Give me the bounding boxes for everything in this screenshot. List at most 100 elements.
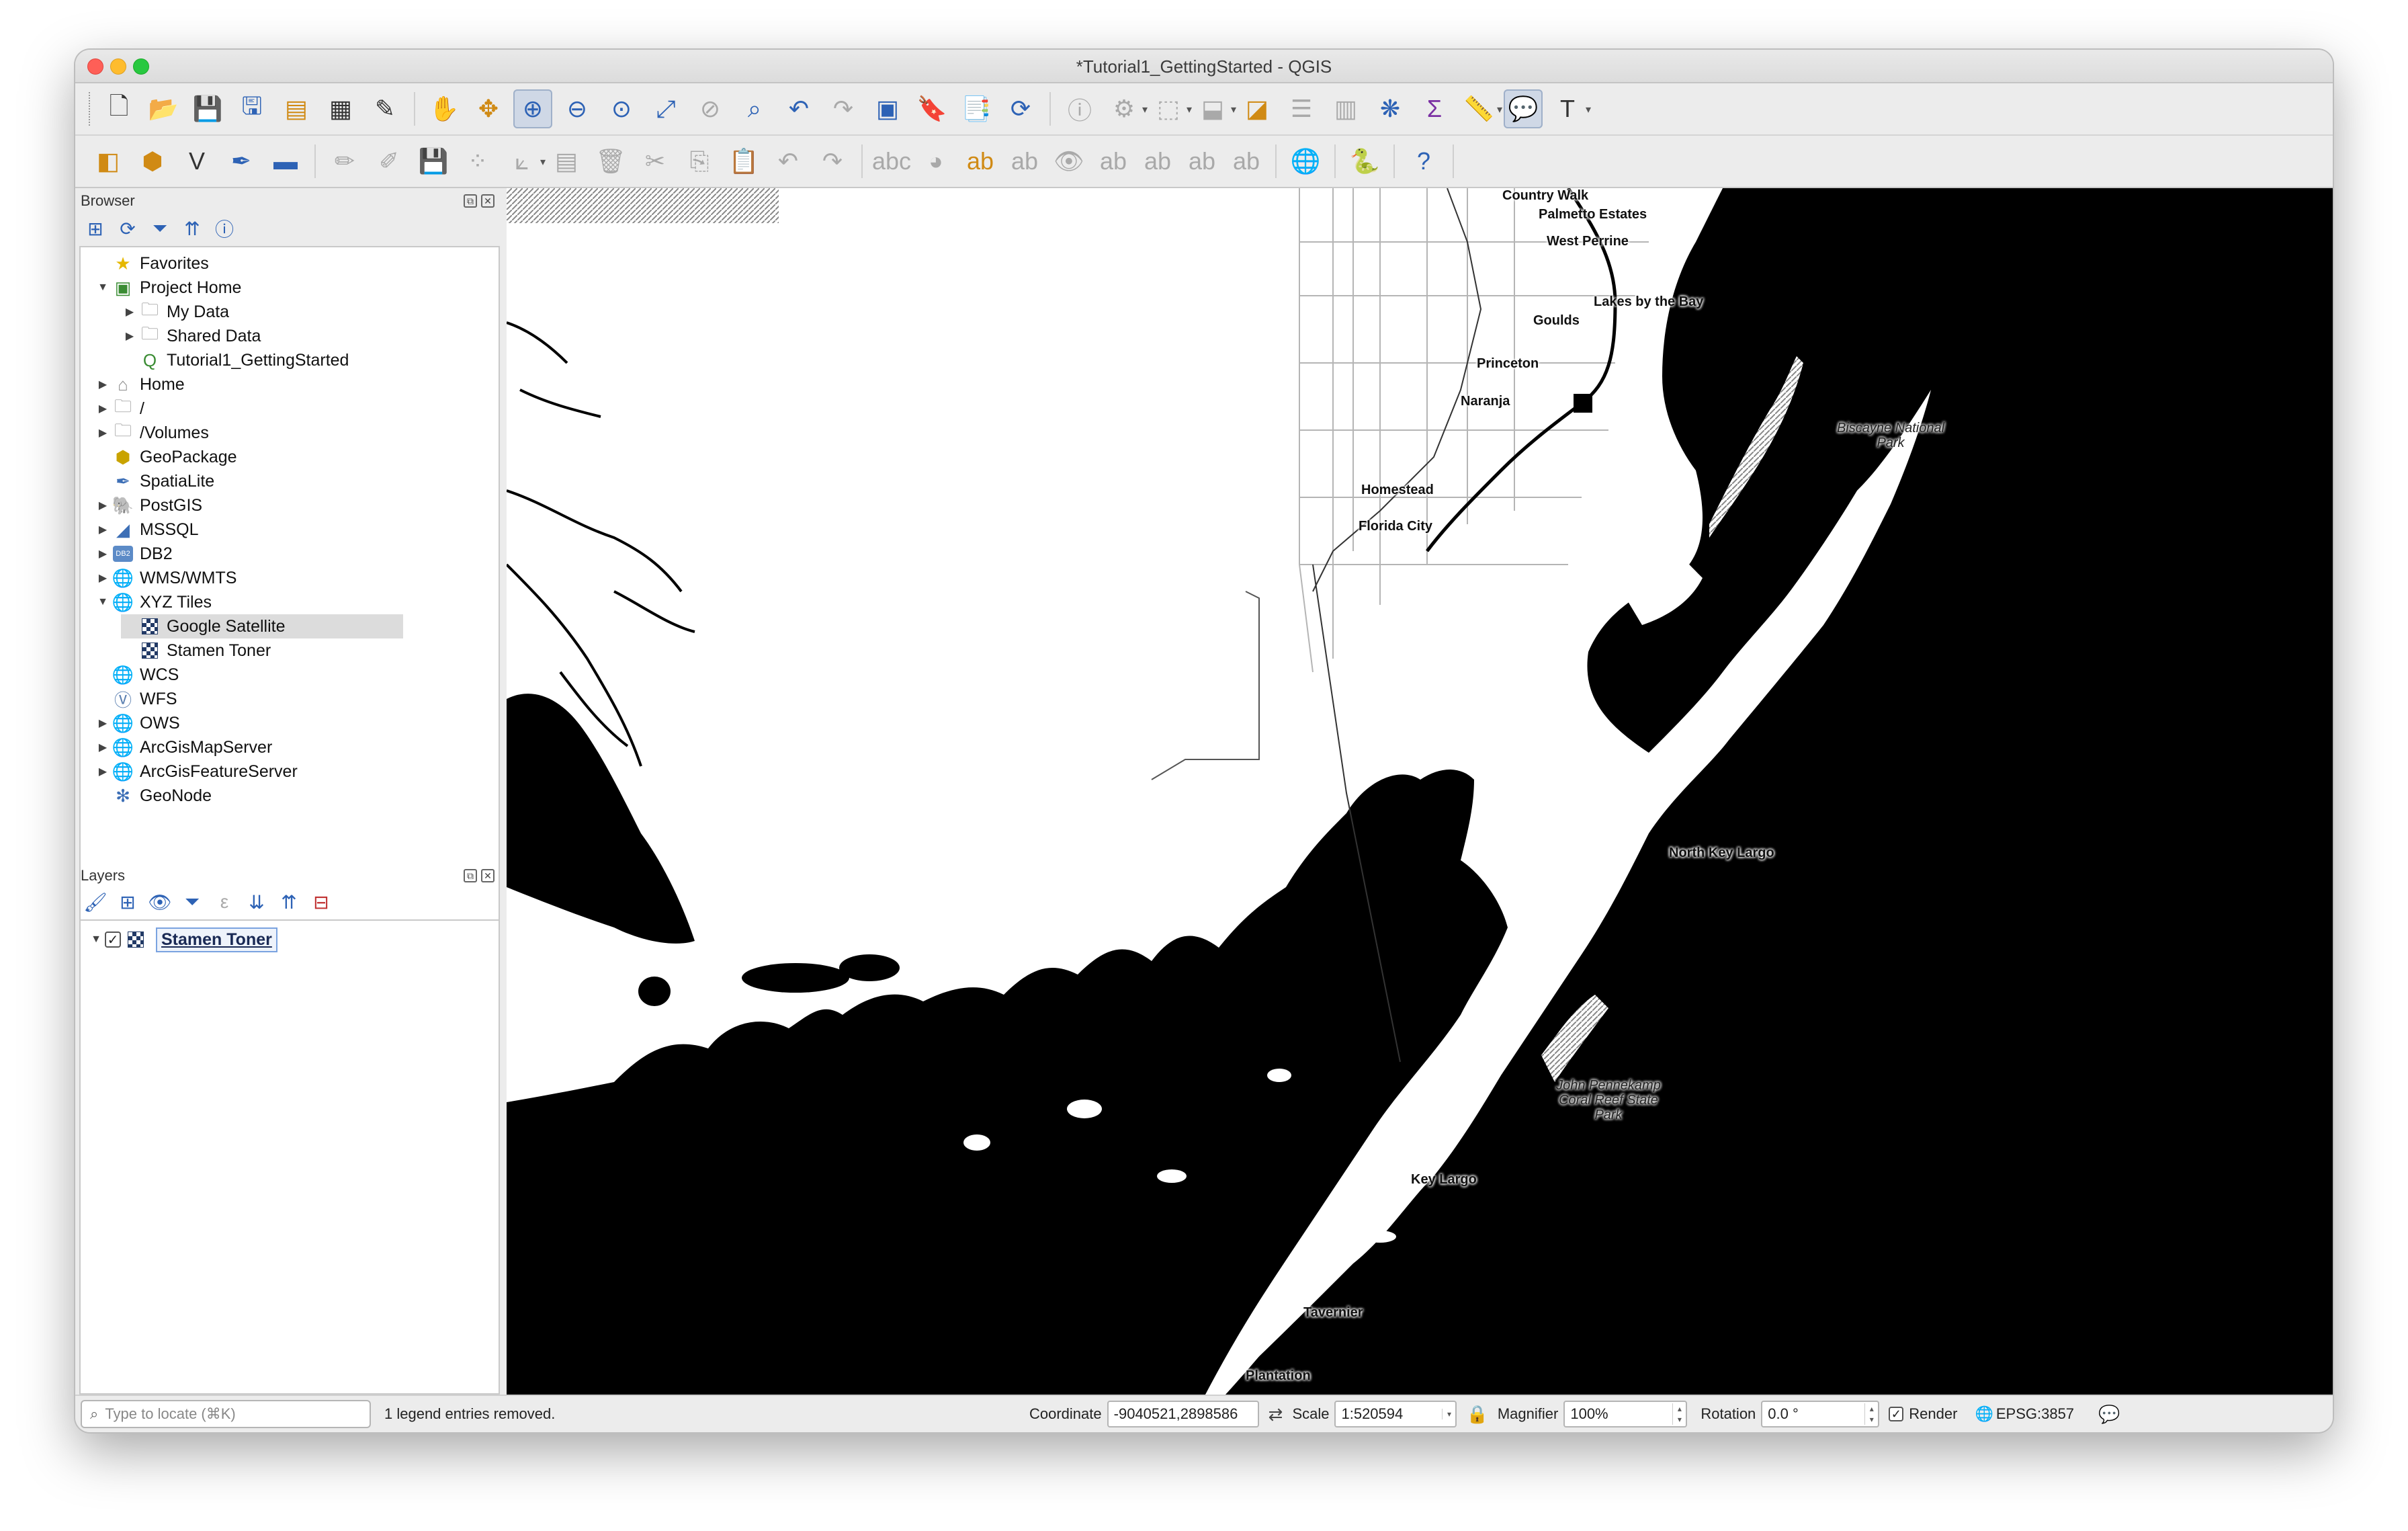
browser-item-xyz-tiles[interactable]: ▼ 🌐 XYZ Tiles: [94, 590, 212, 614]
add-virtual-layer-icon[interactable]: ▬: [266, 142, 305, 181]
browser-item-wfs[interactable]: Ⓥ WFS: [94, 687, 177, 711]
add-layers-icon[interactable]: ⊞: [82, 215, 109, 242]
select-by-value-icon[interactable]: ⬓ ▾: [1193, 89, 1236, 128]
lock-scale-icon[interactable]: 🔒: [1466, 1404, 1488, 1425]
locator-search-field[interactable]: ⌕ Type to locate (⌘K): [81, 1400, 371, 1428]
redo-icon[interactable]: ↷: [813, 142, 852, 181]
zoom-full-icon[interactable]: ⤢: [646, 89, 685, 128]
browser-item-tutorial-project[interactable]: Q Tutorial1_GettingStarted: [121, 348, 349, 372]
browser-item-shared-data[interactable]: ▶ 🗀 Shared Data: [121, 323, 261, 348]
layout-manager-icon[interactable]: ▦: [321, 89, 360, 128]
layer-diagram-icon[interactable]: ◕: [916, 142, 955, 181]
chevron-right-icon[interactable]: ▶: [94, 426, 112, 440]
pan-map-icon[interactable]: ✋: [425, 89, 464, 128]
new-project-icon[interactable]: 🗋: [99, 89, 138, 128]
toggle-extents-icon[interactable]: ⇄: [1268, 1404, 1283, 1425]
crs-globe-icon[interactable]: 🌐: [1975, 1405, 1993, 1423]
open-styling-panel-icon[interactable]: 🖌: [82, 888, 109, 915]
browser-item-wcs[interactable]: 🌐 WCS: [94, 663, 179, 687]
close-panel-icon[interactable]: ✕: [481, 869, 494, 882]
new-map-view-icon[interactable]: ▣: [868, 89, 907, 128]
zoom-in-icon[interactable]: ⊕: [513, 89, 552, 128]
new-bookmark-icon[interactable]: 🔖: [912, 89, 951, 128]
chevron-right-icon[interactable]: ▶: [94, 716, 112, 730]
zoom-native-icon[interactable]: ⊙: [602, 89, 641, 128]
vertex-tool-icon[interactable]: ⟀ ▾: [503, 142, 546, 181]
paste-features-icon[interactable]: 📋: [724, 142, 763, 181]
float-panel-icon[interactable]: ⧉: [464, 194, 477, 208]
collapse-all-icon[interactable]: ⇈: [179, 215, 206, 242]
layer-item-stamen-toner[interactable]: ▼ ✓ Stamen Toner: [87, 927, 277, 952]
label-properties-icon[interactable]: ab: [1227, 142, 1266, 181]
browser-item-favorites[interactable]: ★ Favorites: [94, 251, 208, 276]
run-action-icon[interactable]: ⚙ ▾: [1105, 89, 1148, 128]
browser-item-volumes[interactable]: ▶ 🗀 /Volumes: [94, 420, 209, 445]
copy-features-icon[interactable]: ⎘: [680, 142, 719, 181]
browser-item-arcgis-mapserver[interactable]: ▶ 🌐 ArcGisMapServer: [94, 735, 272, 759]
spin-arrows-icon[interactable]: ▴ ▾: [1672, 1403, 1686, 1425]
manage-map-themes-icon[interactable]: 👁: [146, 888, 173, 915]
measure-line-icon[interactable]: 📏 ▾: [1459, 89, 1502, 128]
browser-item-home[interactable]: ▶ ⌂ Home: [94, 372, 185, 397]
layer-labeling-icon[interactable]: abc: [872, 142, 911, 181]
crs-button[interactable]: EPSG:3857: [1996, 1405, 2074, 1423]
properties-icon[interactable]: ⓘ: [211, 215, 238, 242]
spin-arrows-icon[interactable]: ▴ ▾: [1864, 1403, 1878, 1425]
zoom-last-icon[interactable]: ↶: [779, 89, 818, 128]
text-annotation-icon[interactable]: T ▾: [1548, 89, 1591, 128]
chevron-down-icon[interactable]: ▼: [94, 596, 112, 608]
browser-item-geopackage[interactable]: ⬢ GeoPackage: [94, 445, 237, 469]
rotate-label-icon[interactable]: ab: [1138, 142, 1177, 181]
chevron-right-icon[interactable]: ▶: [94, 523, 112, 536]
deselect-features-icon[interactable]: ◪: [1238, 89, 1277, 128]
browser-item-root[interactable]: ▶ 🗀 /: [94, 396, 144, 421]
field-calculator-icon[interactable]: ▥: [1326, 89, 1365, 128]
browser-item-geonode[interactable]: ✻ GeoNode: [94, 784, 212, 808]
scale-combobox[interactable]: 1:520594 ▾: [1334, 1401, 1457, 1427]
move-label-icon[interactable]: ab: [1094, 142, 1133, 181]
browser-item-db2[interactable]: ▶ DB2 DB2: [94, 542, 173, 566]
filter-by-expression-icon[interactable]: ε: [211, 888, 238, 915]
change-label-icon[interactable]: ab: [1182, 142, 1221, 181]
chevron-right-icon[interactable]: ▶: [121, 305, 138, 319]
identify-features-icon[interactable]: ⓘ: [1060, 89, 1099, 128]
map-canvas[interactable]: Country Walk Palmetto Estates West Perri…: [507, 188, 2333, 1395]
add-vector-layer-icon[interactable]: V: [177, 142, 216, 181]
data-source-manager-icon[interactable]: ◧: [89, 142, 128, 181]
pan-to-selection-icon[interactable]: ✥: [469, 89, 508, 128]
remove-layer-icon[interactable]: ⊟: [308, 888, 335, 915]
add-delimited-text-icon[interactable]: ✒: [222, 142, 261, 181]
close-panel-icon[interactable]: ✕: [481, 194, 494, 208]
zoom-out-icon[interactable]: ⊖: [558, 89, 597, 128]
chevron-down-icon[interactable]: ▼: [94, 282, 112, 294]
open-project-icon[interactable]: 📂: [144, 89, 183, 128]
browser-item-google-satellite[interactable]: Google Satellite: [121, 614, 403, 638]
show-hide-labels-icon[interactable]: 👁: [1049, 142, 1088, 181]
save-edits-icon[interactable]: 💾: [414, 142, 453, 181]
add-feature-icon[interactable]: ⁘: [458, 142, 497, 181]
coordinate-field[interactable]: -9040521,2898586: [1107, 1401, 1259, 1427]
zoom-next-icon[interactable]: ↷: [824, 89, 863, 128]
new-print-layout-icon[interactable]: ▤: [277, 89, 316, 128]
map-tips-icon[interactable]: 💬: [1504, 89, 1543, 128]
current-edits-icon[interactable]: ✏: [325, 142, 364, 181]
filter-browser-icon[interactable]: ⏷: [146, 215, 173, 242]
layer-name[interactable]: Stamen Toner: [156, 927, 277, 952]
processing-toolbox-icon[interactable]: ❋: [1371, 89, 1410, 128]
rotation-spinbox[interactable]: 0.0 ° ▴ ▾: [1761, 1401, 1880, 1427]
refresh-browser-icon[interactable]: ⟳: [114, 215, 141, 242]
chevron-right-icon[interactable]: ▶: [94, 378, 112, 391]
chevron-down-icon[interactable]: ▼: [87, 934, 105, 946]
float-panel-icon[interactable]: ⧉: [464, 869, 477, 882]
select-features-icon[interactable]: ⬚ ▾: [1149, 89, 1192, 128]
render-checkbox[interactable]: ✓: [1889, 1407, 1904, 1421]
add-group-icon[interactable]: ⊞: [114, 888, 141, 915]
undo-icon[interactable]: ↶: [769, 142, 808, 181]
browser-item-wms-wmts[interactable]: ▶ 🌐 WMS/WMTS: [94, 566, 237, 590]
browser-item-stamen-toner[interactable]: Stamen Toner: [121, 638, 271, 663]
zoom-to-layer-icon[interactable]: ⌕: [735, 89, 774, 128]
layer-visibility-checkbox[interactable]: ✓: [105, 932, 121, 948]
browser-item-ows[interactable]: ▶ 🌐 OWS: [94, 711, 180, 735]
chevron-right-icon[interactable]: ▶: [94, 499, 112, 512]
collapse-all-layers-icon[interactable]: ⇈: [275, 888, 302, 915]
